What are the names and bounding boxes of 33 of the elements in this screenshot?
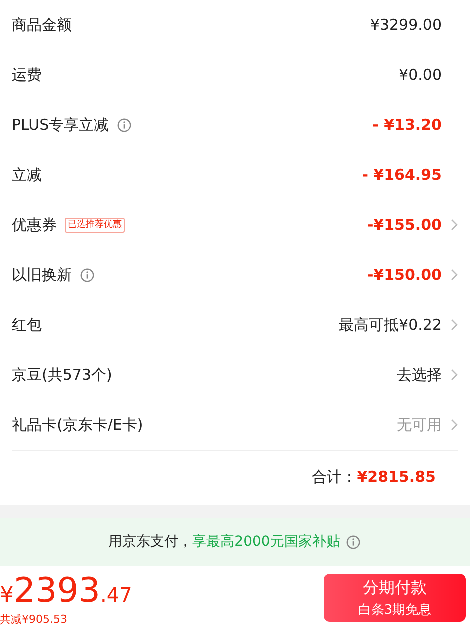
chevron-icon [451,219,458,231]
row-label: PLUS专享立减 [12,116,110,134]
row-label: 优惠券 [12,216,57,234]
tag-badge: 已选推荐优惠 [65,218,125,232]
info-icon[interactable] [117,118,132,132]
row-value[interactable]: 无可用 [397,416,442,434]
chevron-icon [451,369,458,381]
total-label: 合计： [312,468,358,486]
chevron-icon [451,319,458,331]
row-value: - ¥164.95 [362,166,442,184]
total-value: ¥2815.85 [357,468,436,486]
row-label: 红包 [12,316,42,334]
info-icon[interactable] [346,534,362,550]
row-label: 运费 [12,66,42,84]
banner-text: 用京东支付，享最高2000元国家补贴 [108,533,340,551]
row-value: ¥3299.00 [370,16,442,34]
row-value: ¥0.00 [399,66,442,84]
installment-button[interactable]: 分期付款 白条3期免息 [324,574,466,622]
row-value[interactable]: -¥150.00 [367,266,442,284]
row-value[interactable]: 最高可抵¥0.22 [339,316,442,334]
chevron-icon [451,269,458,281]
row-value[interactable]: -¥155.00 [367,216,442,234]
total-price: ¥2393.47 [0,574,132,608]
row-value[interactable]: 去选择 [397,366,442,384]
row-label: 礼品卡(京东卡/E卡) [12,416,144,434]
row-label: 立减 [12,166,42,184]
savings-text: 共减¥905.53 [0,612,68,627]
info-icon[interactable] [80,268,95,282]
row-value: - ¥13.20 [372,116,442,134]
row-label: 商品金额 [12,16,72,34]
chevron-icon [451,419,458,431]
row-label: 京豆(共573个) [12,366,112,384]
row-label: 以旧换新 [12,266,72,284]
